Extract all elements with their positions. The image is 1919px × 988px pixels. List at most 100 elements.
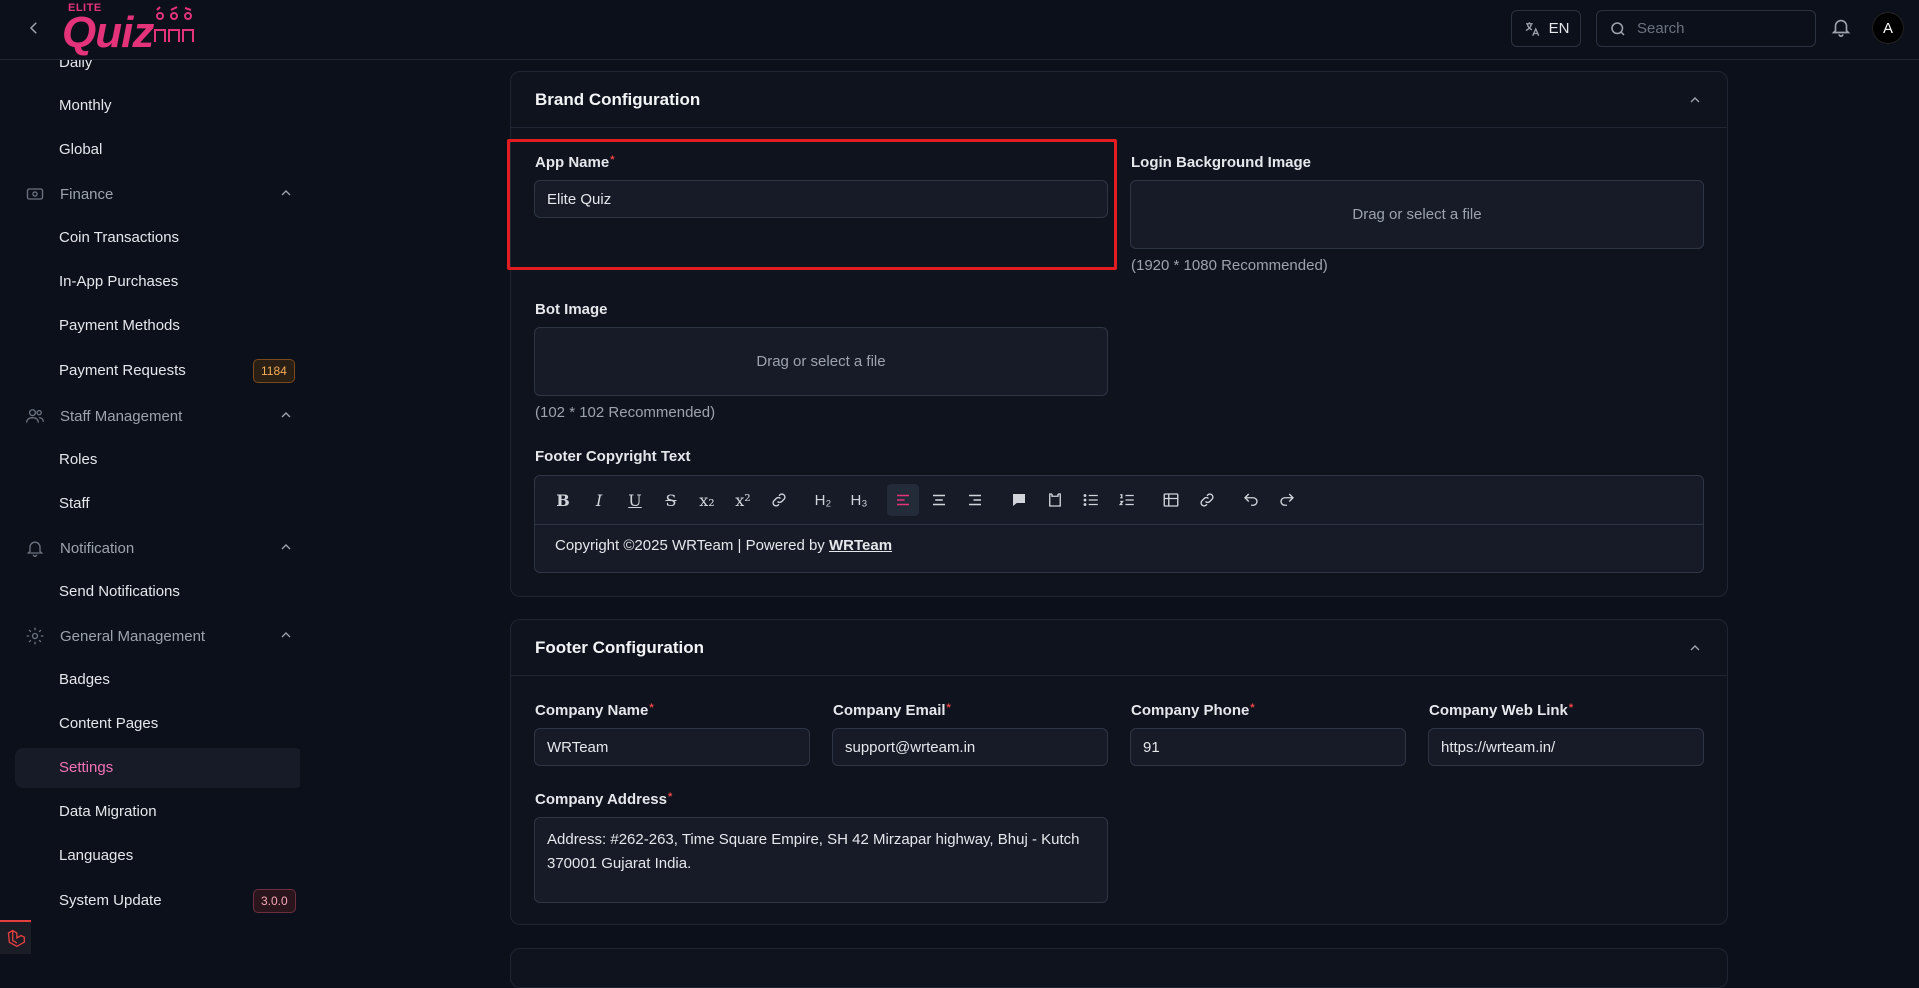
language-button[interactable]: EN <box>1511 10 1581 47</box>
sidebar-item-monthly[interactable]: Monthly <box>59 94 112 118</box>
blockquote-button[interactable] <box>1003 484 1035 516</box>
sidebar-active-highlight <box>15 748 300 788</box>
sidebar-group-finance[interactable]: Finance <box>24 182 294 206</box>
footer-copyright-label: Footer Copyright Text <box>535 448 691 465</box>
sidebar-group-staff-management[interactable]: Staff Management <box>24 404 294 428</box>
heading2-button[interactable]: H₂ <box>807 484 839 516</box>
company-address-textarea[interactable]: Address: #262-263, Time Square Empire, S… <box>534 817 1108 903</box>
sidebar-item-content-pages[interactable]: Content Pages <box>59 712 158 736</box>
bot-image-hint: (102 * 102 Recommended) <box>535 404 716 421</box>
company-email-label: Company Email* <box>833 702 951 719</box>
sidebar-item-data-migration[interactable]: Data Migration <box>59 800 157 824</box>
logo-people-icon <box>154 6 194 42</box>
strikethrough-button[interactable]: S <box>655 484 687 516</box>
payment-requests-count-badge: 1184 <box>253 359 295 383</box>
app-logo[interactable]: ELITE Quiz <box>62 2 202 57</box>
company-email-input[interactable]: support@wrteam.in <box>832 728 1108 766</box>
gear-icon <box>24 625 46 647</box>
login-background-label: Login Background Image <box>1131 154 1312 171</box>
bell-icon <box>24 537 46 559</box>
sidebar-group-general-management[interactable]: General Management <box>24 624 294 648</box>
bold-button[interactable]: B <box>547 484 579 516</box>
undo-button[interactable] <box>1235 484 1267 516</box>
underline-button[interactable]: U <box>619 484 651 516</box>
superscript-button[interactable]: x² <box>727 484 759 516</box>
redo-icon <box>1280 493 1294 506</box>
align-left-icon <box>897 494 909 506</box>
editor-content[interactable]: Copyright ©2025 WRTeam | Powered by WRTe… <box>535 525 1703 566</box>
company-web-link-input[interactable]: https://wrteam.in/ <box>1428 728 1704 766</box>
rich-text-editor[interactable]: B I U S x₂ x² H₂ H₃ Copyright ©2025 WRTe… <box>534 475 1704 573</box>
version-badge: 3.0.0 <box>253 889 296 913</box>
back-button[interactable] <box>20 14 48 42</box>
sidebar-item-coin-transactions[interactable]: Coin Transactions <box>59 226 179 250</box>
wrteam-link[interactable]: WRTeam <box>829 537 892 554</box>
align-left-button[interactable] <box>887 484 919 516</box>
sidebar-group-notification[interactable]: Notification <box>24 536 294 560</box>
sidebar-item-roles[interactable]: Roles <box>59 448 97 472</box>
search-box[interactable] <box>1596 10 1816 47</box>
chevron-up-icon <box>1690 97 1700 103</box>
ordered-list-icon <box>1118 494 1134 506</box>
sidebar-group-label: Notification <box>60 539 135 557</box>
company-web-link-label: Company Web Link* <box>1429 702 1574 719</box>
debugbar-toggle[interactable] <box>0 920 31 954</box>
sidebar-item-send-notifications[interactable]: Send Notifications <box>59 580 180 604</box>
user-avatar[interactable]: A <box>1872 12 1904 44</box>
login-background-hint: (1920 * 1080 Recommended) <box>1131 257 1328 274</box>
table-button[interactable] <box>1155 484 1187 516</box>
sidebar-item-settings[interactable]: Settings <box>59 756 113 780</box>
search-input[interactable] <box>1637 20 1807 37</box>
sidebar-item-payment-methods[interactable]: Payment Methods <box>59 314 180 338</box>
chevron-up-icon <box>1690 645 1700 651</box>
brand-card-header[interactable]: Brand Configuration <box>511 72 1727 128</box>
sidebar-item-payment-requests[interactable]: Payment Requests <box>59 359 186 383</box>
undo-icon <box>1244 493 1258 506</box>
sidebar: Daily Monthly Global Finance Coin Transa… <box>0 60 300 954</box>
sidebar-item-daily[interactable]: Daily <box>59 60 92 75</box>
company-name-label: Company Name* <box>535 702 654 719</box>
sidebar-item-languages[interactable]: Languages <box>59 844 133 868</box>
align-right-button[interactable] <box>959 484 991 516</box>
chevron-up-icon <box>281 412 291 418</box>
company-phone-input[interactable]: 91 <box>1130 728 1406 766</box>
bullet-list-icon <box>1083 494 1098 506</box>
language-code: EN <box>1548 20 1570 37</box>
sidebar-item-badges[interactable]: Badges <box>59 668 110 692</box>
sidebar-group-label: Finance <box>60 185 114 203</box>
subscript-button[interactable]: x₂ <box>691 484 723 516</box>
sidebar-item-staff[interactable]: Staff <box>59 492 90 516</box>
code-block-button[interactable] <box>1039 484 1071 516</box>
money-icon <box>24 183 46 205</box>
footer-card-header[interactable]: Footer Configuration <box>511 620 1727 676</box>
sidebar-item-global[interactable]: Global <box>59 138 102 162</box>
app-name-input[interactable]: Elite Quiz <box>534 180 1108 218</box>
company-name-input[interactable]: WRTeam <box>534 728 810 766</box>
italic-button[interactable]: I <box>583 484 615 516</box>
chevron-up-icon <box>281 190 291 196</box>
brand-card-title: Brand Configuration <box>535 89 701 109</box>
copyright-text: Copyright ©2025 WRTeam | Powered by <box>555 537 829 554</box>
top-bar: ELITE Quiz EN A <box>0 0 1919 60</box>
company-address-label: Company Address* <box>535 791 673 808</box>
next-card-edge <box>510 948 1728 988</box>
users-icon <box>24 405 46 427</box>
chevron-left-icon <box>29 22 37 34</box>
notification-bell-icon[interactable] <box>1830 16 1854 40</box>
bullet-list-button[interactable] <box>1075 484 1107 516</box>
link-button[interactable] <box>763 484 795 516</box>
heading3-button[interactable]: H₃ <box>843 484 875 516</box>
redo-button[interactable] <box>1271 484 1303 516</box>
sidebar-item-system-update[interactable]: System Update <box>59 889 162 913</box>
align-right-icon <box>969 494 981 506</box>
link2-button[interactable] <box>1191 484 1223 516</box>
quote-icon <box>1013 494 1025 506</box>
sidebar-item-in-app-purchases[interactable]: In-App Purchases <box>59 270 178 294</box>
link-icon <box>1200 493 1214 507</box>
align-center-icon <box>933 494 945 506</box>
align-center-button[interactable] <box>923 484 955 516</box>
ordered-list-button[interactable] <box>1111 484 1143 516</box>
laravel-icon <box>7 929 25 948</box>
bot-image-dropzone[interactable]: Drag or select a file <box>534 327 1108 396</box>
login-background-dropzone[interactable]: Drag or select a file <box>1130 180 1704 249</box>
